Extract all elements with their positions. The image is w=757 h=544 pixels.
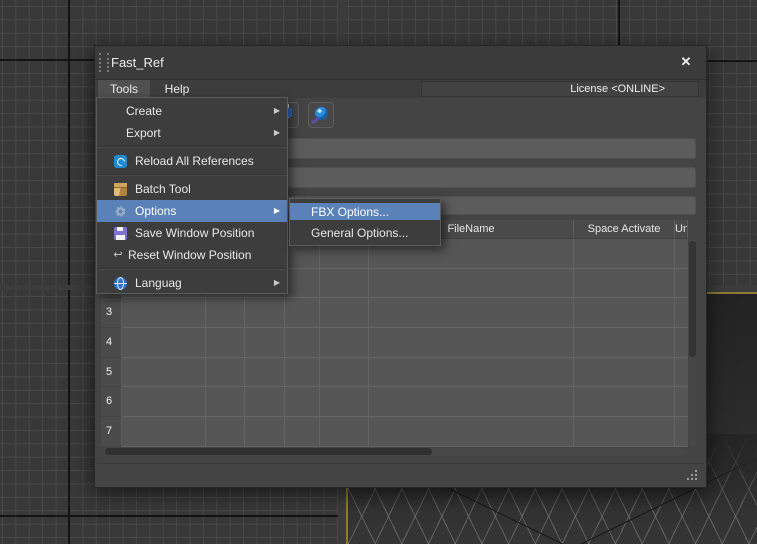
reset-arrow-icon: ↩	[110, 244, 126, 266]
grid-axis-vertical	[68, 290, 70, 544]
menu-item-export[interactable]: Export ▶	[97, 122, 287, 144]
row-number[interactable]: 3	[101, 298, 122, 328]
grid-axis-horizontal	[0, 515, 338, 517]
globe-icon	[114, 277, 127, 290]
menu-separator	[98, 174, 286, 176]
vertical-scrollbar-thumb[interactable]	[689, 241, 696, 357]
submenu-arrow-icon: ▶	[274, 272, 280, 294]
table-row[interactable]: 5	[101, 358, 688, 388]
fast-ref-window: Fast_Ref ✕ Tools Help License <ONLINE>	[94, 45, 707, 488]
gear-icon	[114, 205, 127, 218]
options-submenu: FBX Options... General Options...	[289, 198, 441, 246]
menu-item-options[interactable]: Options ▶	[97, 200, 287, 222]
table-row[interactable]: 6	[101, 387, 688, 417]
tools-menu: Create ▶ Export ▶ Reload All References …	[96, 97, 288, 294]
submenu-arrow-icon: ▶	[274, 100, 280, 122]
menu-item-reload-all-references[interactable]: Reload All References	[97, 150, 287, 172]
resize-grip-icon[interactable]	[687, 478, 689, 480]
title-bar[interactable]: Fast_Ref ✕	[95, 46, 706, 80]
column-header-unload[interactable]: Un	[675, 220, 688, 239]
submenu-item-fbx-options[interactable]: FBX Options...	[290, 203, 440, 220]
column-header-space-activate[interactable]: Space Activate	[574, 220, 675, 239]
row-number[interactable]: 4	[101, 328, 122, 358]
horizontal-scrollbar-thumb[interactable]	[105, 448, 432, 455]
menubar-tools[interactable]: Tools	[98, 80, 150, 98]
batch-box-icon	[114, 183, 127, 196]
table-row[interactable]: 7	[101, 417, 688, 447]
close-button[interactable]: ✕	[676, 52, 696, 72]
screen: Fast_Ref ✕ Tools Help License <ONLINE>	[0, 0, 757, 544]
vertical-scrollbar[interactable]	[689, 239, 696, 447]
row-number[interactable]: 6	[101, 387, 122, 417]
row-number[interactable]: 5	[101, 358, 122, 388]
magnifier-handle-icon	[311, 116, 320, 124]
menu-item-reset-window-position[interactable]: ↩ Reset Window Position	[97, 244, 287, 266]
menubar-help[interactable]: Help	[155, 80, 199, 98]
horizontal-scrollbar[interactable]	[104, 448, 687, 456]
status-divider	[97, 463, 704, 464]
menu-item-language[interactable]: Languag ▶	[97, 272, 287, 294]
reload-icon	[114, 155, 127, 168]
menu-separator	[98, 268, 286, 270]
floppy-icon	[114, 227, 127, 240]
menu-bar: Tools Help License <ONLINE>	[95, 80, 706, 98]
drag-grip-icon	[99, 53, 109, 72]
menu-separator	[98, 146, 286, 148]
license-status: License <ONLINE>	[421, 81, 699, 97]
menu-item-create[interactable]: Create ▶	[97, 100, 287, 122]
grid-axis-vertical	[68, 0, 70, 285]
submenu-arrow-icon: ▶	[274, 200, 280, 222]
row-number[interactable]: 7	[101, 417, 122, 447]
menu-item-batch-tool[interactable]: Batch Tool	[97, 178, 287, 200]
submenu-arrow-icon: ▶	[274, 122, 280, 144]
menu-item-save-window-position[interactable]: Save Window Position	[97, 222, 287, 244]
submenu-item-general-options[interactable]: General Options...	[290, 224, 440, 241]
table-row[interactable]: 3	[101, 298, 688, 328]
window-title: Fast_Ref	[111, 46, 164, 79]
search-button[interactable]	[308, 102, 334, 128]
table-row[interactable]: 4	[101, 328, 688, 358]
